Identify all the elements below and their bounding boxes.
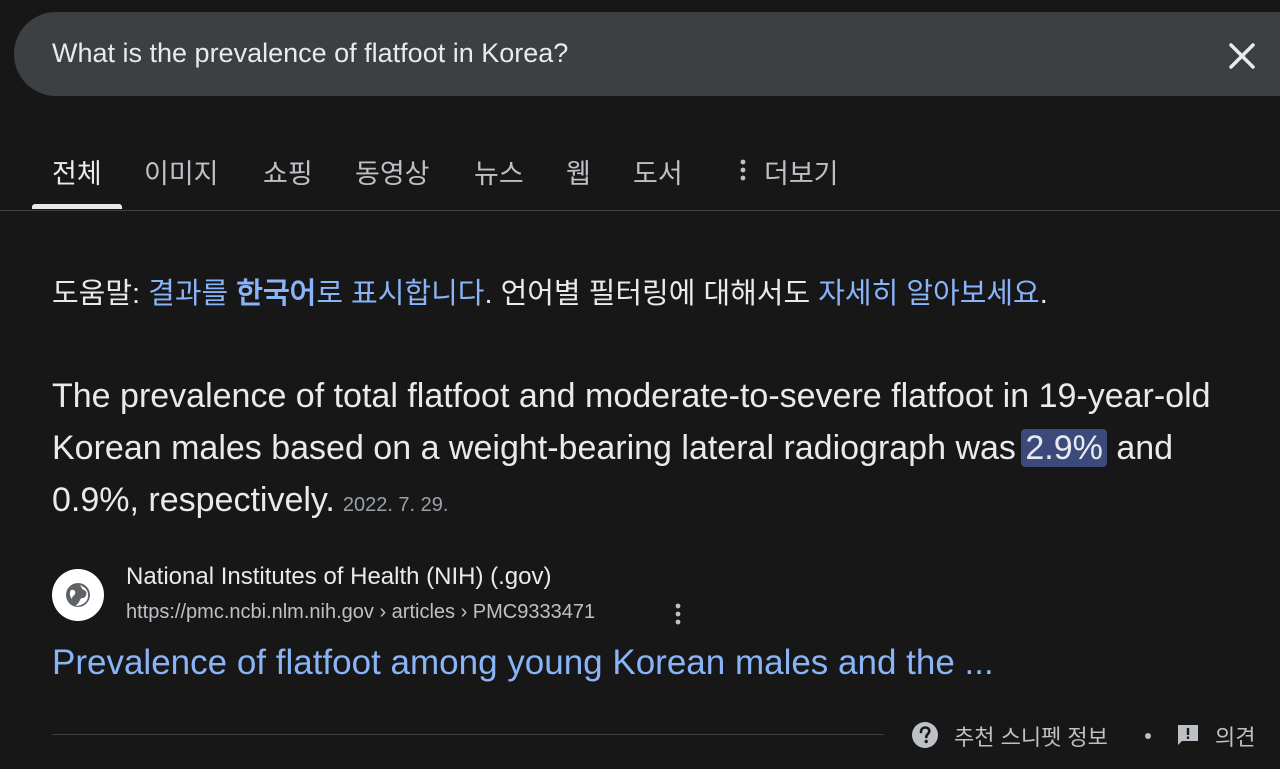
source-name[interactable]: National Institutes of Health (NIH) (.go…	[126, 563, 552, 591]
language-helper: 도움말: 결과를 한국어로 표시합니다. 언어별 필터링에 대해서도 자세히 알…	[52, 270, 1048, 312]
link-text: 결과를	[148, 278, 237, 310]
learn-more-link[interactable]: 자세히 알아보세요	[818, 278, 1040, 310]
feedback-icon[interactable]	[1176, 723, 1200, 747]
tab-news[interactable]: 뉴스	[474, 152, 524, 191]
link-text: 로 표시합니다	[316, 278, 485, 310]
featured-snippet-answer: The prevalence of total flatfoot and mod…	[52, 370, 1262, 531]
site-favicon[interactable]	[52, 569, 104, 621]
divider	[52, 734, 884, 735]
helper-prefix: 도움말:	[52, 278, 149, 310]
link-text-bold: 한국어	[236, 278, 317, 310]
tab-web[interactable]: 웹	[566, 152, 591, 191]
more-vert-icon[interactable]	[737, 158, 749, 182]
separator-dot	[1145, 733, 1151, 739]
tab-books[interactable]: 도서	[633, 152, 683, 191]
answer-date: 2022. 7. 29.	[342, 494, 449, 516]
close-icon[interactable]	[1222, 36, 1262, 76]
active-tab-indicator	[32, 204, 122, 209]
about-snippet-link[interactable]: 추천 스니펫 정보	[954, 720, 1108, 752]
tab-more[interactable]: 더보기	[764, 152, 839, 191]
tab-videos[interactable]: 동영상	[355, 152, 430, 191]
help-icon[interactable]	[911, 721, 939, 749]
result-title-link[interactable]: Prevalence of flatfoot among young Korea…	[52, 643, 994, 683]
feedback-link[interactable]: 의견	[1215, 720, 1255, 752]
search-input[interactable]: What is the prevalence of flatfoot in Ko…	[52, 38, 568, 69]
source-url[interactable]: https://pmc.ncbi.nlm.nih.gov › articles …	[126, 601, 595, 624]
helper-suffix: .	[1039, 278, 1048, 310]
tab-images[interactable]: 이미지	[144, 152, 219, 191]
tab-all[interactable]: 전체	[52, 152, 102, 191]
tab-shopping[interactable]: 쇼핑	[263, 152, 313, 191]
helper-mid: . 언어별 필터링에 대해서도	[484, 278, 819, 310]
more-options-icon[interactable]	[672, 602, 684, 626]
show-korean-link[interactable]: 결과를 한국어로 표시합니다	[148, 278, 484, 310]
answer-highlight: 2.9%	[1021, 429, 1107, 467]
globe-icon	[66, 583, 90, 607]
